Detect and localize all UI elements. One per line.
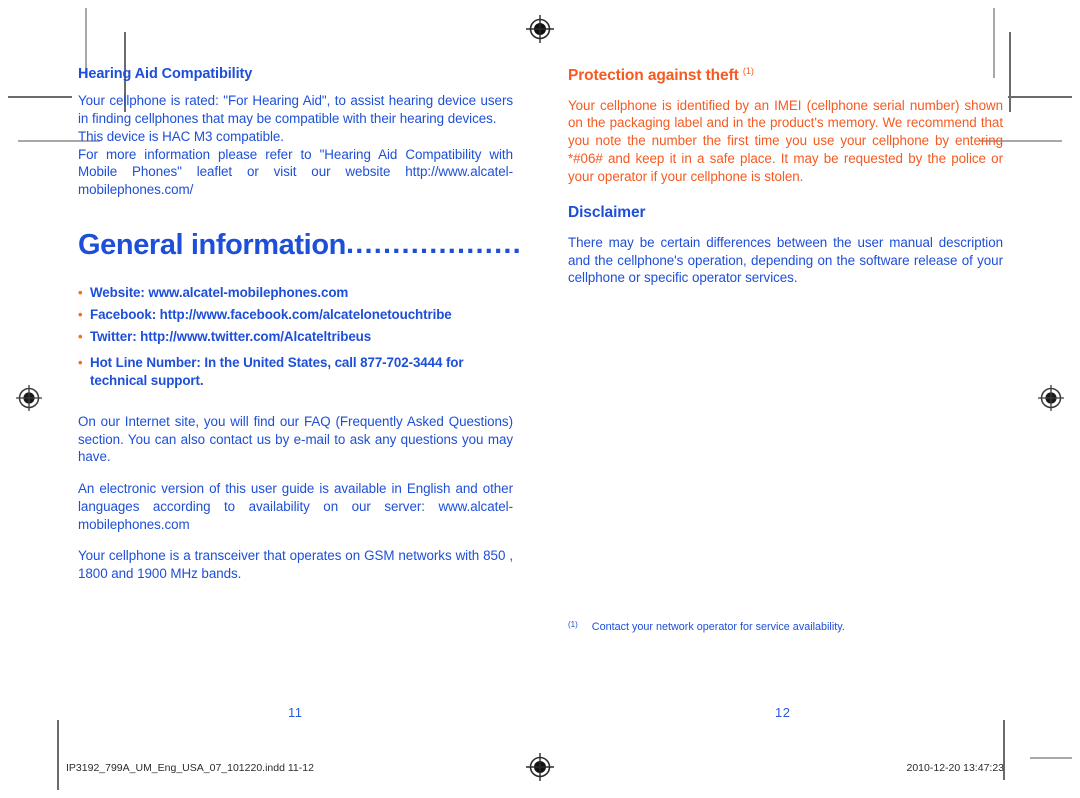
footnote-text: Contact your network operator for servic… (591, 621, 845, 633)
page-right: Protection against theft (1) Your cellph… (540, 0, 1080, 798)
paragraph-more-information: For more information please refer to "He… (78, 146, 513, 197)
footnote-marker-superscript: (1) (742, 66, 754, 76)
heading-protection-against-theft: Protection against theft (1) (568, 66, 1003, 86)
list-item-hot-line-number[interactable]: • Hot Line Number: In the United States,… (78, 354, 513, 390)
slug-timestamp: 2010-12-20 13:47:23 (906, 762, 1005, 774)
list-item-website[interactable]: • Website: www.alcatel-mobilephones.com (78, 284, 513, 302)
footnote-service-availability: (1) Contact your network operator for se… (568, 620, 1008, 634)
list-item-label: Twitter: http://www.twitter.com/Alcatelt… (90, 328, 372, 344)
list-item-label: Website: www.alcatel-mobilephones.com (90, 285, 349, 301)
bullet-icon: • (78, 328, 83, 344)
chapter-title-text: General information (78, 228, 346, 261)
paragraph-imei-protection: Your cellphone is identified by an IMEI … (568, 97, 1003, 184)
contact-links-list: • Website: www.alcatel-mobilephones.com … (78, 284, 513, 390)
folio-page-12: 12 (775, 705, 791, 720)
print-spread: Hearing Aid Compatibility Your cellphone… (0, 0, 1080, 798)
bullet-icon: • (78, 306, 83, 322)
heading-protection-against-theft-text: Protection against theft (568, 67, 739, 85)
slug-filename: IP3192_799A_UM_Eng_USA_07_101220.indd 11… (66, 762, 314, 774)
list-item-label: Facebook: http://www.facebook.com/alcate… (90, 306, 452, 322)
heading-disclaimer: Disclaimer (568, 204, 646, 222)
heading-hearing-aid-compatibility: Hearing Aid Compatibility (78, 66, 253, 82)
list-item-facebook[interactable]: • Facebook: http://www.facebook.com/alca… (78, 306, 513, 324)
paragraph-hac-m3: This device is HAC M3 compatible. (78, 128, 284, 144)
right-page-text-column: Protection against theft (1) Your cellph… (568, 66, 1003, 301)
chapter-title-leader: ................... (345, 227, 522, 260)
list-item-label: Hot Line Number: In the United States, c… (90, 355, 464, 389)
paragraph-electronic-version: An electronic version of this user guide… (78, 481, 513, 532)
page-left: Hearing Aid Compatibility Your cellphone… (0, 0, 540, 798)
paragraph-transceiver-gsm: Your cellphone is a transceiver that ope… (78, 548, 513, 581)
folio-page-11: 11 (288, 705, 303, 720)
list-item-twitter[interactable]: • Twitter: http://www.twitter.com/Alcate… (78, 328, 513, 346)
paragraph-disclaimer: There may be certain differences between… (568, 234, 1003, 286)
bullet-icon: • (78, 355, 83, 371)
paragraph-hearing-aid-rating: Your cellphone is rated: "For Hearing Ai… (78, 93, 513, 127)
paragraph-internet-site-faq: On our Internet site, you will find our … (78, 414, 513, 465)
footnote-marker: (1) (568, 620, 578, 629)
left-page-text-column: Hearing Aid Compatibility Your cellphone… (78, 66, 521, 597)
chapter-title-general-information: General information................... (78, 228, 521, 261)
bullet-icon: • (78, 285, 83, 301)
